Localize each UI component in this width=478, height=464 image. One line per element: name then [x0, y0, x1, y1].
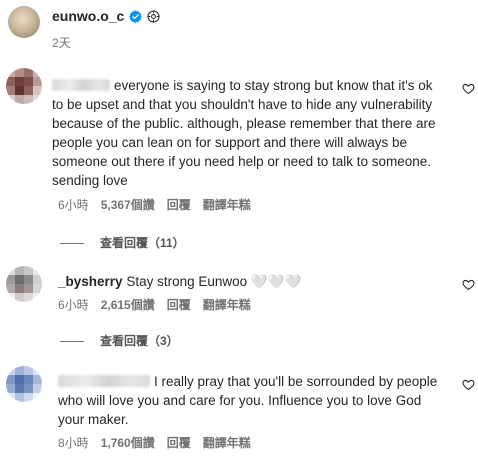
post-author-row: eunwo.o_c: [52, 8, 160, 24]
translate-button[interactable]: 翻譯年糕: [203, 434, 251, 451]
comment-avatar[interactable]: [6, 266, 42, 302]
comment-avatar[interactable]: [6, 366, 42, 402]
comment-time: 8小時: [58, 436, 89, 450]
translate-button[interactable]: 翻譯年糕: [203, 196, 251, 213]
view-replies-button[interactable]: 查看回覆（11）: [60, 234, 185, 251]
comment-time: 6小時: [58, 298, 89, 312]
view-replies-label: 查看回覆（11）: [100, 236, 185, 250]
comment-username-blurred[interactable]: [58, 375, 150, 387]
comment-text: everyone is saying to stay strong but kn…: [52, 78, 436, 188]
reply-button[interactable]: 回覆: [167, 296, 191, 313]
heart-outline-icon: [462, 279, 475, 291]
comment-username-blurred[interactable]: [52, 79, 110, 91]
comment-like-button[interactable]: [462, 278, 475, 296]
comment-username[interactable]: _bysherry: [58, 274, 123, 289]
post-author-username[interactable]: eunwo.o_c: [52, 8, 124, 24]
heart-outline-icon: [462, 379, 475, 391]
comment-time: 6小時: [58, 198, 89, 212]
translate-button[interactable]: 翻譯年糕: [203, 296, 251, 313]
comment-likes[interactable]: 5,367個讚: [101, 196, 155, 213]
comment-like-button[interactable]: [462, 82, 475, 100]
replies-divider: [60, 243, 84, 245]
post-timestamp: 2天: [52, 36, 71, 50]
comment-actions: 6小時 5,367個讚 回覆 翻譯年糕: [58, 196, 251, 213]
cd-disc-icon: [147, 9, 160, 23]
comment-text: Stay strong Eunwoo 🤍🤍🤍: [126, 274, 302, 289]
verified-badge-icon: [129, 9, 143, 23]
comment-actions: 6小時 2,615個讚 回覆 翻譯年糕: [58, 296, 251, 313]
comment-actions: 8小時 1,760個讚 回覆 翻譯年糕: [58, 434, 251, 451]
replies-divider: [60, 341, 84, 343]
heart-outline-icon: [462, 83, 475, 95]
comment-avatar[interactable]: [6, 68, 42, 104]
comment-body: _bysherry Stay strong Eunwoo 🤍🤍🤍: [58, 272, 438, 291]
comment-body: I really pray that you'll be sorrounded …: [58, 372, 448, 429]
reply-button[interactable]: 回覆: [167, 434, 191, 451]
reply-button[interactable]: 回覆: [167, 196, 191, 213]
comment-likes[interactable]: 1,760個讚: [101, 434, 155, 451]
comment-like-button[interactable]: [462, 378, 475, 396]
view-replies-label: 查看回覆（3）: [100, 334, 179, 348]
comment-body: everyone is saying to stay strong but kn…: [52, 76, 444, 190]
post-author-avatar[interactable]: [8, 6, 40, 38]
comment-likes[interactable]: 2,615個讚: [101, 296, 155, 313]
view-replies-button[interactable]: 查看回覆（3）: [60, 332, 179, 349]
